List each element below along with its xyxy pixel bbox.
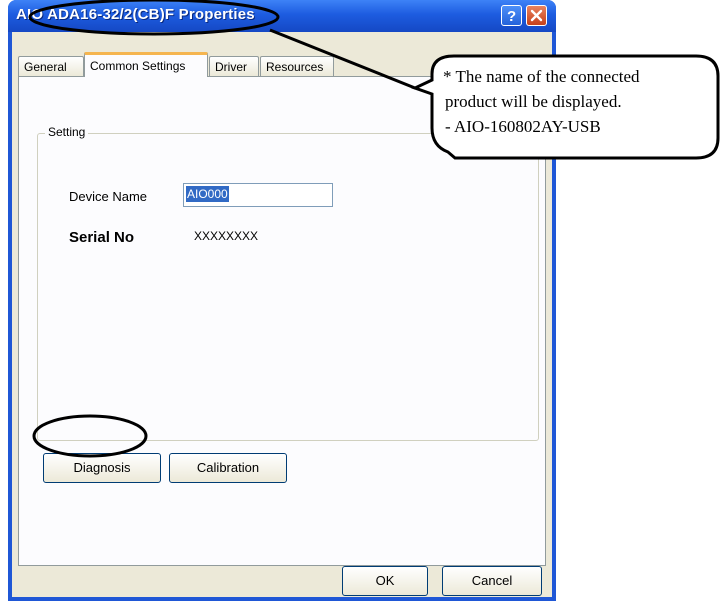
callout-line-1: * The name of the connected xyxy=(443,67,640,86)
callout-line-2: product will be displayed. xyxy=(445,92,622,111)
callout-text: * The name of the connected product will… xyxy=(443,64,722,139)
callout-pointer-line xyxy=(269,28,416,90)
tab-common-settings[interactable]: Common Settings xyxy=(84,52,208,77)
diagnosis-highlight-ellipse xyxy=(32,414,148,458)
callout-line-3: - AIO-160802AY-USB xyxy=(445,117,601,136)
title-highlight-ellipse xyxy=(28,0,280,36)
